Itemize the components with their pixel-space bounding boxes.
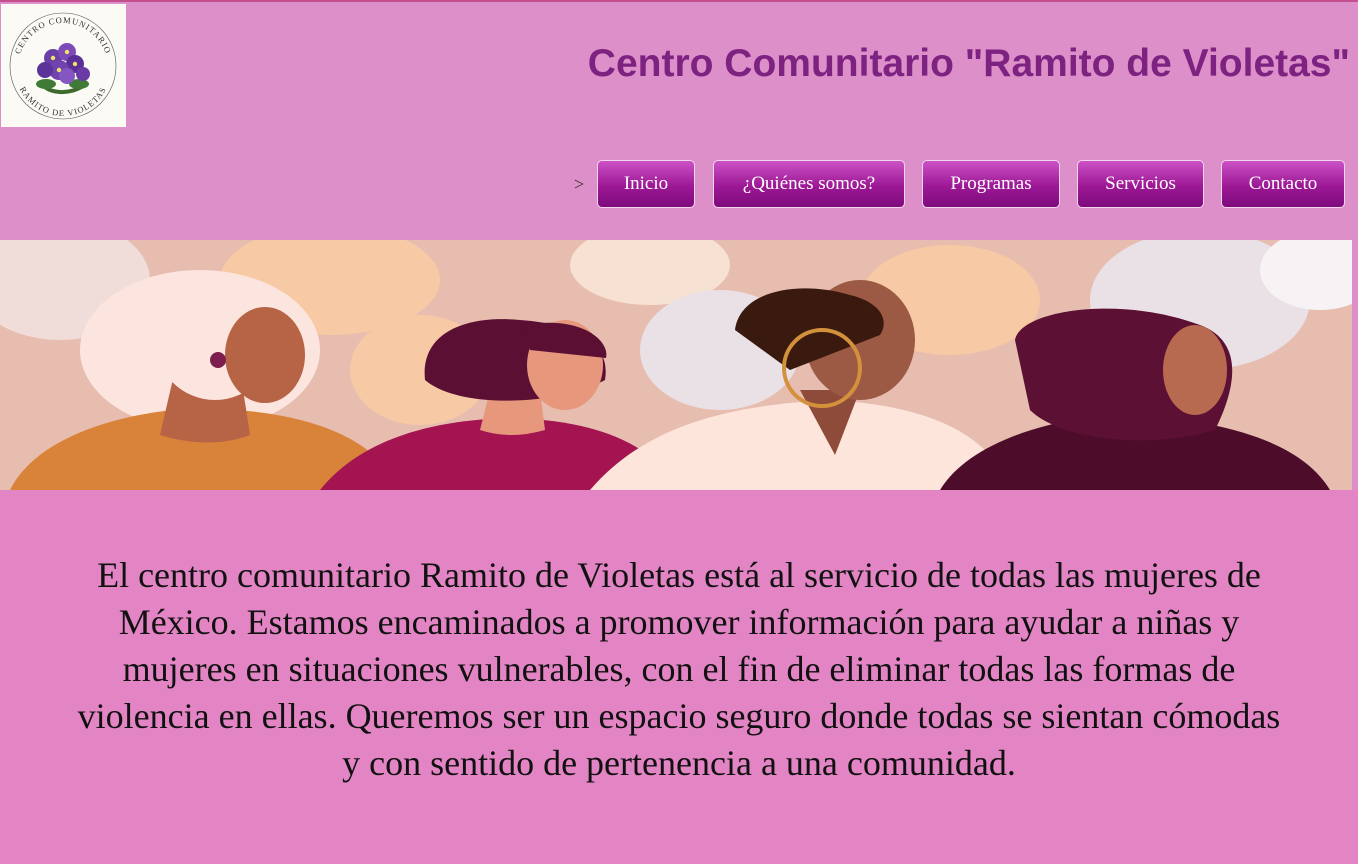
nav-contacto-button[interactable]: Contacto: [1221, 160, 1345, 208]
nav-quienes-somos-button[interactable]: ¿Quiénes somos?: [713, 160, 905, 208]
nav-programas-button[interactable]: Programas: [922, 160, 1060, 208]
women-illustration-image: [0, 240, 1352, 490]
main-content: El centro comunitario Ramito de Violetas…: [0, 490, 1358, 864]
site-header: CENTRO COMUNITARIO RAMITO DE VIOLETAS Ce…: [0, 2, 1358, 238]
mission-statement: El centro comunitario Ramito de Violetas…: [77, 555, 1281, 783]
logo-ring-bottom-text: RAMITO DE VIOLETAS: [18, 85, 107, 118]
nav-marker: >: [574, 174, 585, 194]
nav-servicios-button[interactable]: Servicios: [1077, 160, 1204, 208]
svg-text:RAMITO DE VIOLETAS: RAMITO DE VIOLETAS: [18, 85, 108, 118]
hero-banner: [0, 240, 1352, 490]
nav-inicio-button[interactable]: Inicio: [597, 160, 695, 208]
page-title: Centro Comunitario "Ramito de Violetas": [587, 42, 1350, 85]
violets-logo-icon: CENTRO COMUNITARIO RAMITO DE VIOLETAS: [9, 12, 117, 120]
site-logo[interactable]: CENTRO COMUNITARIO RAMITO DE VIOLETAS: [1, 4, 126, 127]
